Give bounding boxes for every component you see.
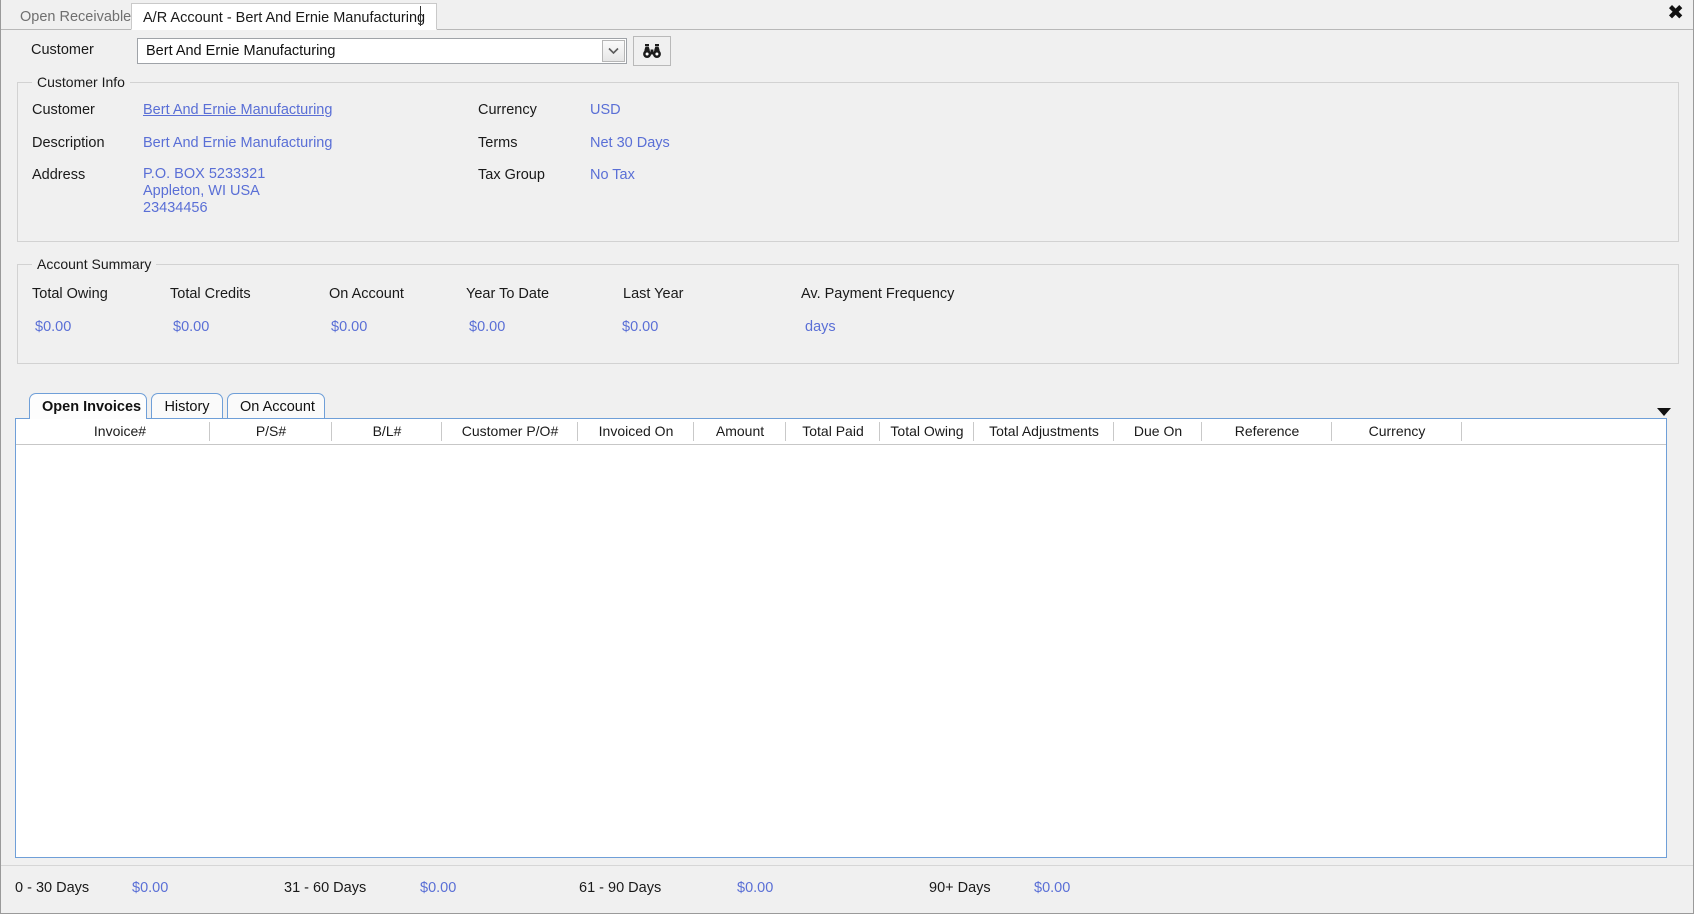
window-tab-open-receivables[interactable]: Open Receivables [9, 3, 150, 30]
value-on-account: $0.00 [331, 319, 368, 335]
customer-selector-row: Customer Bert And Ernie Manufacturing [1, 36, 1693, 70]
column-header-total-adjustments[interactable]: Total Adjustments [974, 419, 1114, 444]
label-currency: Currency [478, 102, 537, 118]
column-header-label: Total Owing [890, 423, 964, 439]
column-header-label: Total Adjustments [989, 423, 1099, 439]
column-header-label: Total Paid [802, 423, 864, 439]
label-last-year: Last Year [623, 286, 684, 302]
window-tab-ar-account[interactable]: A/R Account - Bert And Ernie Manufacturi… [131, 3, 438, 30]
column-header-total-owing[interactable]: Total Owing [880, 419, 974, 444]
column-header-label: Invoiced On [598, 423, 674, 439]
label-total-owing: Total Owing [32, 286, 108, 302]
aging-value-90plus: $0.00 [1034, 880, 1071, 896]
column-header-customer-po[interactable]: Customer P/O# [442, 419, 578, 444]
aging-summary-bar: 0 - 30 Days $0.00 31 - 60 Days $0.00 61 … [1, 865, 1693, 913]
window-tab-label: Open Receivables [20, 9, 139, 25]
tab-open-invoices[interactable]: Open Invoices [29, 393, 147, 419]
label-description: Description [32, 135, 105, 151]
value-address: P.O. BOX 5233321 Appleton, WI USA 234344… [143, 166, 266, 216]
label-year-to-date: Year To Date [466, 286, 550, 302]
account-summary-title: Account Summary [32, 256, 157, 272]
column-header-currency[interactable]: Currency [1332, 419, 1462, 444]
label-tax-group: Tax Group [478, 167, 545, 183]
customer-select-label: Customer [31, 42, 94, 58]
value-year-to-date: $0.00 [469, 319, 506, 335]
customer-combobox[interactable]: Bert And Ernie Manufacturing [137, 38, 627, 64]
value-tax-group: No Tax [590, 167, 635, 183]
column-header-reference[interactable]: Reference [1202, 419, 1332, 444]
window-tab-strip: Open Receivables A/R Account - Bert And … [1, 0, 1693, 30]
value-total-owing: $0.00 [35, 319, 72, 335]
tab-text-cursor [420, 6, 421, 26]
value-currency: USD [590, 102, 621, 118]
tab-history[interactable]: History [151, 393, 223, 419]
aging-label-61-90: 61 - 90 Days [579, 880, 662, 896]
value-terms: Net 30 Days [590, 135, 670, 151]
label-customer: Customer [32, 102, 95, 118]
value-av-payment-frequency: days [805, 319, 836, 335]
customer-info-group: Customer Info Customer Bert And Ernie Ma… [17, 74, 1679, 242]
label-av-payment-frequency: Av. Payment Frequency [801, 286, 955, 302]
column-header-label: Currency [1368, 423, 1426, 439]
aging-label-90plus: 90+ Days [929, 880, 991, 896]
ar-account-window: Open Receivables A/R Account - Bert And … [0, 0, 1694, 914]
aging-value-0-30: $0.00 [132, 880, 169, 896]
column-header-label: P/S# [255, 423, 287, 439]
column-header-bl-number[interactable]: B/L# [332, 419, 442, 444]
column-header-due-on[interactable]: Due On [1114, 419, 1202, 444]
tab-on-account[interactable]: On Account [227, 393, 325, 419]
grid-header-row: Invoice# P/S# B/L# Customer P/O# Invoice… [16, 419, 1666, 445]
tab-label: History [164, 399, 210, 415]
chevron-down-icon[interactable] [1657, 408, 1671, 416]
column-header-filler[interactable] [1462, 419, 1668, 444]
customer-info-title: Customer Info [32, 74, 130, 90]
column-header-invoiced-on[interactable]: Invoiced On [578, 419, 694, 444]
window-tab-label: A/R Account - Bert And Ernie Manufacturi… [143, 10, 426, 26]
column-header-label: Reference [1234, 423, 1300, 439]
column-header-label: Amount [715, 423, 765, 439]
close-icon[interactable]: ✖ [1667, 2, 1684, 22]
aging-value-61-90: $0.00 [737, 880, 774, 896]
account-summary-group: Account Summary Total Owing Total Credit… [17, 256, 1679, 364]
customer-combobox-value: Bert And Ernie Manufacturing [146, 43, 336, 59]
column-header-invoice-number[interactable]: Invoice# [30, 419, 210, 444]
column-header-label: Invoice# [93, 423, 147, 439]
grid-body-empty[interactable] [16, 445, 1666, 857]
label-terms: Terms [478, 135, 518, 151]
value-customer[interactable]: Bert And Ernie Manufacturing [143, 102, 332, 118]
open-invoices-grid: Invoice# P/S# B/L# Customer P/O# Invoice… [15, 418, 1667, 858]
column-header-label: B/L# [372, 423, 402, 439]
tab-label: Open Invoices [42, 399, 142, 415]
aging-value-31-60: $0.00 [420, 880, 457, 896]
column-header-label: Due On [1133, 423, 1183, 439]
column-header-amount[interactable]: Amount [694, 419, 786, 444]
tab-label: On Account [240, 399, 315, 415]
column-header-ps-number[interactable]: P/S# [210, 419, 332, 444]
value-description: Bert And Ernie Manufacturing [143, 135, 333, 151]
label-total-credits: Total Credits [170, 286, 251, 302]
label-on-account: On Account [329, 286, 404, 302]
binoculars-icon[interactable] [633, 36, 671, 66]
label-address: Address [32, 167, 86, 183]
column-header-label: Customer P/O# [461, 423, 559, 439]
value-last-year: $0.00 [622, 319, 659, 335]
value-total-credits: $0.00 [173, 319, 210, 335]
aging-label-31-60: 31 - 60 Days [284, 880, 367, 896]
column-header-total-paid[interactable]: Total Paid [786, 419, 880, 444]
chevron-down-icon[interactable] [602, 40, 625, 62]
aging-label-0-30: 0 - 30 Days [15, 880, 90, 896]
